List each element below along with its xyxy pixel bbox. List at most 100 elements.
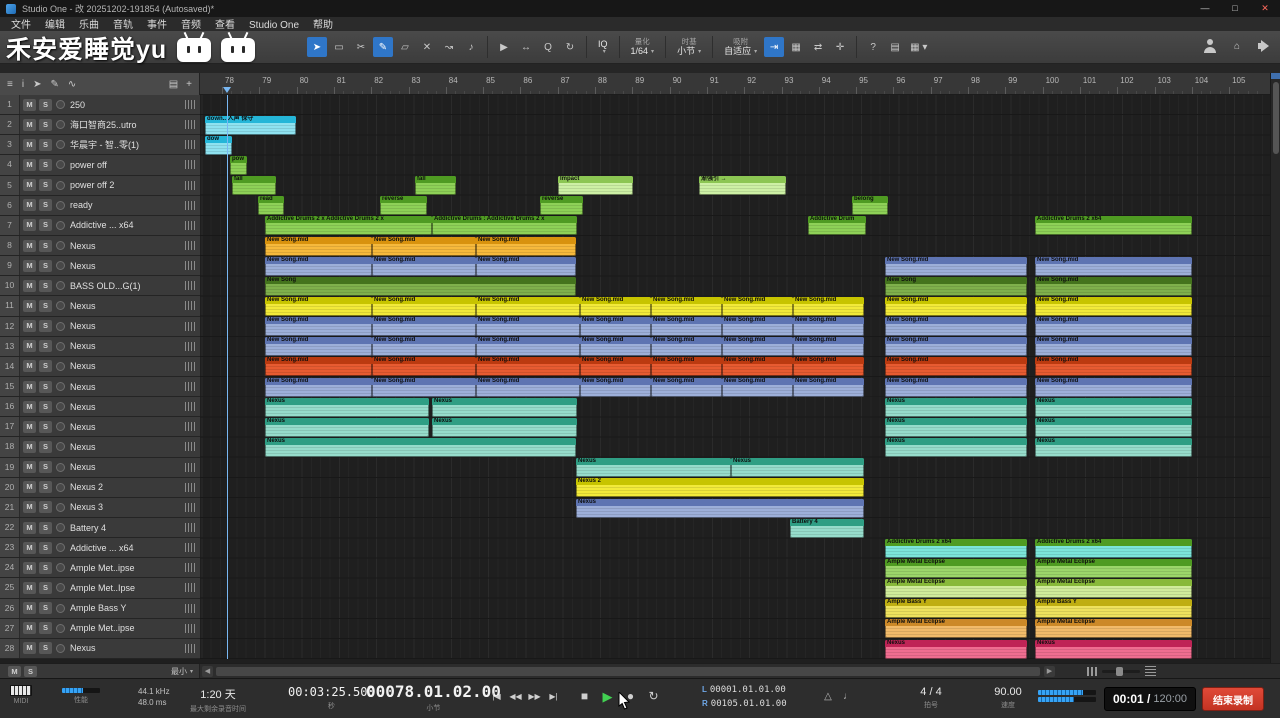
track-row[interactable]: 24 M S Ample Met..ipse [0,558,200,579]
close-button[interactable]: ✕ [1250,0,1280,17]
arrangement-clip[interactable]: New Song.mid [793,297,864,316]
arrangement-clip[interactable]: Impact [558,176,633,196]
time-bars-display[interactable]: 00078.01.02.00 小节 [366,682,501,713]
track-mute-button[interactable]: M [23,340,36,353]
track-solo-button[interactable]: S [39,340,52,353]
goto-start-button[interactable]: |◀ [488,688,505,706]
track-record-arm-button[interactable] [56,220,65,230]
track-row[interactable]: 22 M S Battery 4 [0,517,200,539]
track-row[interactable]: 6 M Sready [0,195,200,216]
track-record-arm-button[interactable] [56,623,65,633]
arrangement-clip[interactable]: Nexus [432,417,577,437]
track-row[interactable]: 23 M S Addictive ... x64 [0,538,200,559]
zoom-bars-icon[interactable] [1087,666,1097,676]
arrangement-clip[interactable]: fall [232,176,276,196]
arrangement-clip[interactable]: New Song.mid [793,317,864,337]
arrangement-clip[interactable]: New Song.mid [1035,317,1192,337]
arrangement-clip[interactable]: New Song.mid [265,357,372,377]
track-record-arm-button[interactable] [56,382,65,392]
split-tool-button[interactable]: ✂ [351,37,371,57]
arrangement-clip[interactable]: New Song.mid [476,337,580,357]
fast-forward-button[interactable]: ▶▶ [526,688,543,706]
arrangement-clip[interactable]: fall [415,176,456,196]
track-mute-button[interactable]: M [23,360,36,373]
track-mute-button[interactable]: M [23,602,36,615]
arrangement-clip[interactable]: Addictive Drum [808,216,866,236]
arrangement-clip[interactable]: New Song.mid [580,357,651,377]
arrangement-clip[interactable]: New Song.mid [580,337,651,357]
track-record-arm-button[interactable] [56,422,65,432]
horizontal-scrollbar[interactable]: ◀ ▶ [200,664,1170,679]
arrangement-clip[interactable]: Nexus 2 [576,478,864,498]
track-record-arm-button[interactable] [56,301,65,311]
track-solo-button[interactable]: S [39,400,52,413]
arrangement-clip[interactable]: New Song.mid [580,317,651,337]
track-solo-button[interactable]: S [39,622,52,635]
arrangement-clip[interactable]: Ample Bass Y [885,599,1027,619]
track-record-arm-button[interactable] [56,643,65,653]
track-mute-button[interactable]: M [23,501,36,514]
track-record-arm-button[interactable] [56,583,65,593]
arrangement-clip[interactable]: read [258,196,284,216]
arrangement-clip[interactable]: Ample Metal Eclipse [885,619,1027,639]
scrollbar-top-button[interactable] [1271,73,1280,79]
arrangement-clip[interactable]: Nexus [265,397,429,417]
scroll-left-button[interactable]: ◀ [202,666,213,677]
arrangement-clip[interactable]: New Song.mid [651,337,722,357]
quantize-toggle-button[interactable]: Q [538,37,558,57]
arrangement-clip[interactable]: New Song.mid [1035,357,1192,377]
track-record-arm-button[interactable] [56,482,65,492]
arrangement-clip[interactable]: Ample Metal Eclipse [885,579,1027,599]
track-mute-button[interactable]: M [23,239,36,252]
arrangement-clip[interactable]: Nexus [885,397,1027,417]
track-row[interactable]: 13 M S Nexus [0,336,200,357]
track-record-arm-button[interactable] [56,523,65,533]
inspector-icon[interactable]: i [22,79,24,90]
tempo[interactable]: 90.00 速度 [985,686,1031,710]
track-row[interactable]: 12 M S Nexus [0,316,200,337]
arrangement-clip[interactable]: Ample Metal Eclipse [885,558,1027,578]
time-signature[interactable]: 4 / 4 拍号 [905,686,957,710]
arrangement-clip[interactable]: New Song.mid [793,357,864,377]
track-solo-button[interactable]: S [39,440,52,453]
arrangement-clip[interactable]: reverse [540,196,583,216]
track-mute-button[interactable]: M [23,279,36,292]
track-solo-button[interactable]: S [39,239,52,252]
arrangement-clip[interactable]: New Song.mid [885,256,1027,276]
track-record-arm-button[interactable] [56,100,65,110]
arrangement-clip[interactable]: New Song.mid [651,297,722,316]
track-solo-button[interactable]: S [39,320,52,333]
track-mute-button[interactable]: M [23,642,36,655]
arrangement-clip[interactable]: New Song.mid [372,256,476,276]
track-mute-button[interactable]: M [23,118,36,131]
track-solo-button[interactable]: S [39,299,52,312]
arrangement-clip[interactable]: Nexus [885,438,1027,458]
track-record-arm-button[interactable] [56,502,65,512]
swap-button[interactable]: ⇄ [808,37,828,57]
track-mute-button[interactable]: M [23,138,36,151]
track-row[interactable]: 19 M S Nexus [0,457,200,478]
arrangement-clip[interactable]: Addictive Drums : Addictive Drums 2 x [432,216,577,236]
track-solo-button[interactable]: S [39,561,52,574]
arrangement-clip[interactable]: New Song.mid [722,337,793,357]
arrangement-clip[interactable]: New Song.mid [793,377,864,397]
add-track-button[interactable]: + [186,79,192,90]
track-mute-button[interactable]: M [23,622,36,635]
vertical-scrollbar[interactable] [1270,73,1280,663]
maximize-button[interactable]: □ [1220,0,1250,17]
track-solo-button[interactable]: S [39,461,52,474]
track-row[interactable]: 25 M S Ample Met..Ipse [0,578,200,599]
arrangement-clip[interactable]: Nexus [576,458,731,478]
track-solo-button[interactable]: S [39,98,52,111]
track-mute-button[interactable]: M [23,320,36,333]
arrangement-clip[interactable]: Nexus [265,438,576,458]
zoom-preset-label[interactable]: 最小 [171,666,187,677]
arrangement-clip[interactable]: New Song.mid [1035,276,1192,296]
arrangement-clip[interactable]: New Song.mid [372,317,476,337]
track-row[interactable]: 18 M S Nexus [0,437,200,458]
track-row[interactable]: 2 M S 海口智商25..utro [0,115,200,136]
track-mute-button[interactable]: M [23,541,36,554]
master-solo-button[interactable]: S [24,666,37,677]
track-record-arm-button[interactable] [56,241,65,251]
arrangement-clip[interactable]: New Song [265,276,576,296]
